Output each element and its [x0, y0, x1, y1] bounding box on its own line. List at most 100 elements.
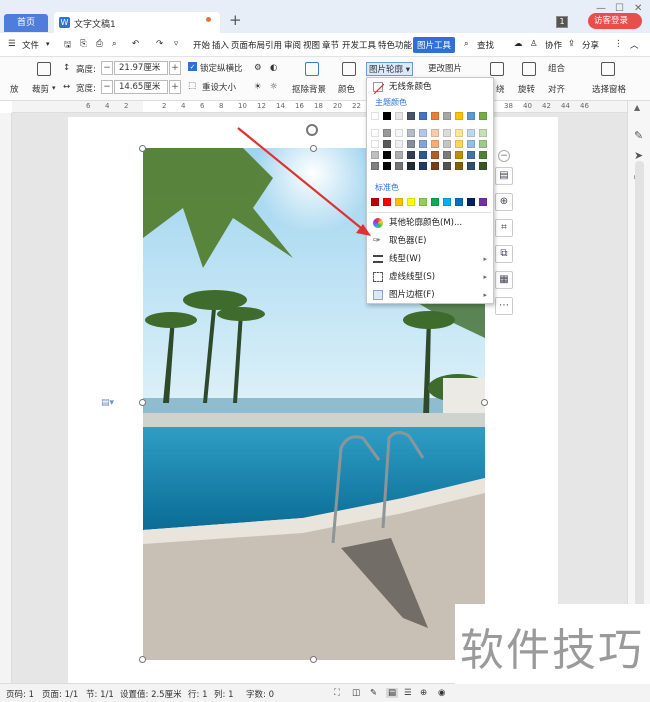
more-outline-colors-item[interactable]: 其他轮廓颜色(M)... [367, 214, 493, 232]
vertical-scrollbar[interactable] [635, 161, 644, 681]
theme-color-swatch[interactable] [431, 140, 439, 148]
share-button[interactable]: 分享 [582, 39, 599, 51]
standard-color-swatch[interactable] [443, 198, 451, 206]
selection-pane-button[interactable]: 选择窗格 [592, 83, 626, 95]
search-icon[interactable]: ⌕ [464, 39, 469, 49]
menu-references[interactable]: 引用 [265, 39, 282, 51]
contrast-icon[interactable]: ☼ [270, 82, 278, 92]
brightness-icon[interactable]: ☀ [254, 82, 262, 92]
undo-icon[interactable]: ↶ [132, 39, 139, 49]
theme-color-swatch[interactable] [395, 112, 403, 120]
minimize-icon[interactable]: — [596, 3, 606, 14]
tab-document[interactable]: W 文字文稿1 [54, 12, 220, 33]
layout-options-icon[interactable]: ▤ [495, 167, 513, 185]
lock-ratio-checkbox[interactable]: ✓ [188, 62, 197, 71]
theme-color-swatch[interactable] [443, 129, 451, 137]
theme-color-swatch[interactable] [479, 140, 487, 148]
cloud-icon[interactable]: ☁ [514, 39, 523, 49]
wrap-text-icon[interactable] [490, 62, 504, 76]
theme-color-swatch[interactable] [455, 151, 463, 159]
status-words[interactable]: 字数: 0 [246, 688, 274, 700]
no-outline-item[interactable]: 无线条颜色 [367, 78, 493, 96]
theme-color-swatch[interactable] [443, 162, 451, 170]
close-icon[interactable]: ✕ [634, 3, 642, 14]
collapse-ribbon-icon[interactable]: ︿ [630, 39, 639, 51]
adjust-icon-1[interactable]: ⚙ [254, 63, 262, 73]
theme-color-swatch[interactable] [395, 162, 403, 170]
print-icon[interactable]: ⎙ [96, 39, 103, 49]
write-mode-icon[interactable]: ✎ [370, 688, 377, 698]
save-icon[interactable]: 🖫 [64, 39, 71, 53]
rotate-icon[interactable] [522, 62, 536, 76]
theme-color-swatch[interactable] [467, 140, 475, 148]
theme-color-swatch[interactable] [467, 162, 475, 170]
theme-color-swatch[interactable] [419, 162, 427, 170]
status-setting[interactable]: 设置值: 2.5厘米 [120, 688, 182, 700]
color-icon[interactable] [342, 62, 356, 76]
theme-color-swatch[interactable] [479, 112, 487, 120]
menu-features[interactable]: 特色功能 [378, 39, 412, 51]
standard-color-swatch[interactable] [407, 198, 415, 206]
menu-developer[interactable]: 开发工具 [342, 39, 376, 51]
tab-home[interactable]: 首页 [4, 14, 48, 32]
page-view-icon[interactable]: ▤ [386, 688, 399, 698]
group-button[interactable]: 组合 [548, 62, 565, 74]
redo-icon[interactable]: ↷ [156, 39, 163, 49]
resize-handle-tl[interactable] [139, 145, 146, 152]
theme-color-swatch[interactable] [395, 140, 403, 148]
crop-tool-icon[interactable]: ⌗ [495, 219, 513, 237]
picture-border-item[interactable]: 图片边框(F) ▸ [367, 286, 493, 304]
theme-color-swatch[interactable] [407, 151, 415, 159]
theme-color-swatch[interactable] [419, 112, 427, 120]
menu-start[interactable]: 开始 [193, 39, 210, 51]
new-tab-button[interactable]: + [229, 11, 242, 29]
theme-color-swatch[interactable] [431, 162, 439, 170]
rotate-button[interactable]: 旋转 [518, 83, 535, 95]
standard-color-swatch[interactable] [383, 198, 391, 206]
line-style-item[interactable]: 线型(W) ▸ [367, 250, 493, 268]
menu-view[interactable]: 视图 [303, 39, 320, 51]
hamburger-icon[interactable]: ☰ [8, 39, 16, 49]
dash-style-item[interactable]: 虚线线型(S) ▸ [367, 268, 493, 286]
resize-handle-right[interactable] [481, 399, 488, 406]
selection-pane-icon[interactable] [601, 62, 615, 76]
resize-handle-bottom[interactable] [310, 656, 317, 663]
theme-color-swatch[interactable] [431, 129, 439, 137]
theme-color-swatch[interactable] [443, 140, 451, 148]
menu-insert[interactable]: 插入 [212, 39, 229, 51]
web-view-icon[interactable]: ⊕ [420, 688, 427, 698]
align-button[interactable]: 对齐 [548, 83, 565, 95]
resize-handle-left[interactable] [139, 399, 146, 406]
theme-color-swatch[interactable] [467, 112, 475, 120]
theme-color-swatch[interactable] [443, 151, 451, 159]
menu-review[interactable]: 审阅 [284, 39, 301, 51]
theme-color-swatch[interactable] [407, 162, 415, 170]
theme-color-swatch[interactable] [479, 151, 487, 159]
width-decrease-button[interactable]: − [101, 80, 113, 94]
remove-background-button[interactable]: 抠除背景 [292, 83, 326, 95]
remove-background-icon[interactable] [305, 62, 319, 76]
fullscreen-icon[interactable]: ⛶ [334, 688, 340, 698]
menu-layout[interactable]: 页面布局 [231, 39, 265, 51]
width-increase-button[interactable]: + [169, 80, 181, 94]
height-input[interactable]: 21.97厘米 [114, 61, 168, 75]
panel-up-icon[interactable]: ▲ [634, 103, 640, 112]
export-pdf-icon[interactable]: ⎘ [80, 39, 87, 49]
picture-outline-button[interactable]: 图片轮廓 ▾ [366, 62, 413, 76]
theme-color-swatch[interactable] [419, 140, 427, 148]
standard-color-swatch[interactable] [455, 198, 463, 206]
standard-color-swatch[interactable] [395, 198, 403, 206]
theme-color-swatch[interactable] [383, 140, 391, 148]
width-input[interactable]: 14.65厘米 [114, 80, 168, 94]
menu-picture-tools[interactable]: 图片工具 [413, 37, 456, 53]
theme-color-swatch[interactable] [455, 162, 463, 170]
eyedropper-item[interactable]: ✑ 取色器(E) [367, 232, 493, 250]
theme-color-swatch[interactable] [431, 112, 439, 120]
menu-file[interactable]: 文件 [22, 39, 39, 51]
adjust-icon-2[interactable]: ◐ [270, 63, 277, 73]
theme-color-swatch[interactable] [419, 151, 427, 159]
theme-color-swatch[interactable] [431, 151, 439, 159]
file-dropdown-icon[interactable]: ▾ [46, 40, 50, 48]
theme-color-swatch[interactable] [407, 112, 415, 120]
theme-color-swatch[interactable] [467, 129, 475, 137]
